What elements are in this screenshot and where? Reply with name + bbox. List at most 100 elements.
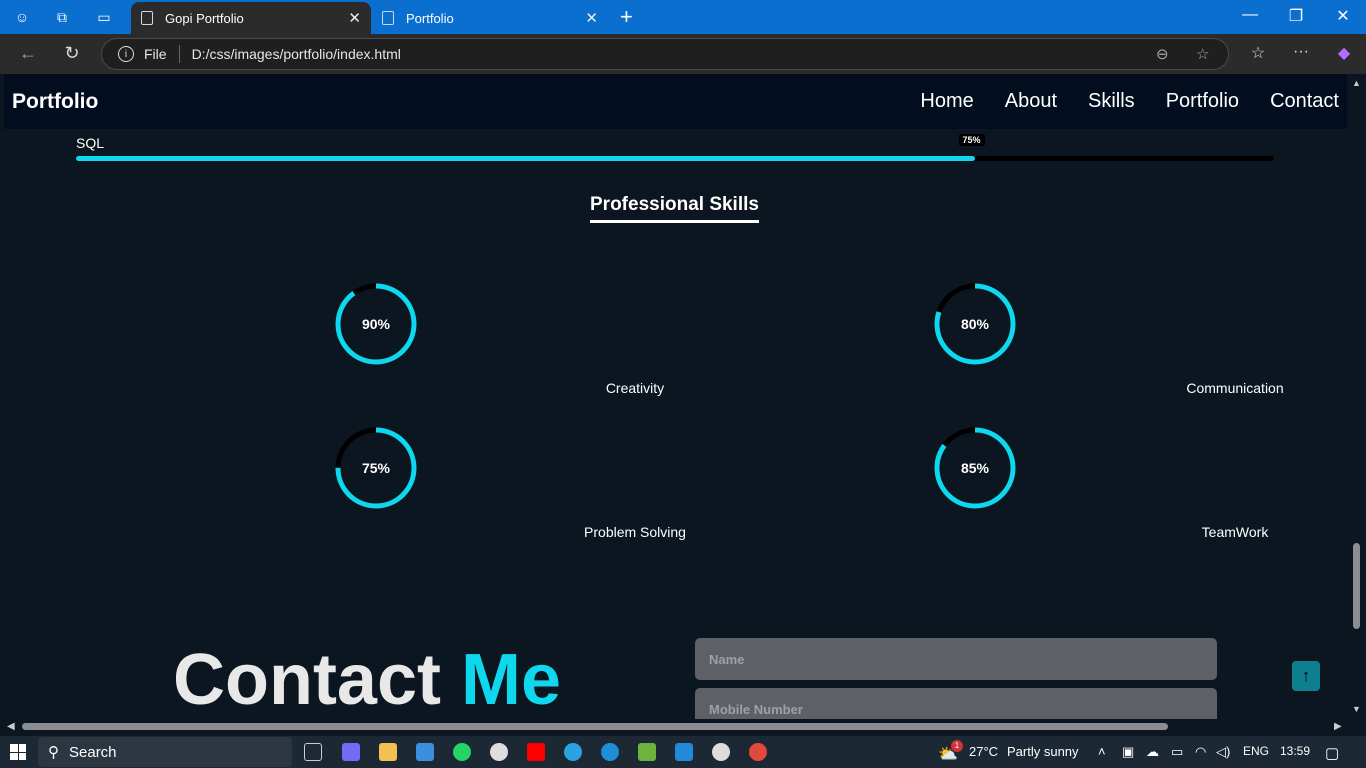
page-viewport: Portfolio Home About Skills Portfolio Co… bbox=[4, 74, 1347, 719]
vscode-icon[interactable] bbox=[675, 743, 693, 761]
notifications-icon[interactable]: ▢ bbox=[1325, 744, 1339, 762]
favorite-star-icon[interactable]: ☆ bbox=[1196, 45, 1209, 63]
contact-heading: Contact Me bbox=[173, 639, 561, 719]
skill-percent: 85% bbox=[960, 460, 990, 476]
close-tab-icon[interactable]: ✕ bbox=[585, 9, 598, 27]
arrow-up-icon: ↑ bbox=[1301, 666, 1311, 685]
more-menu-icon[interactable]: ··· bbox=[1289, 43, 1313, 61]
taskbar: ⚲ Search ⛅ 1 27°C Partly sunny ˄ ▣ ☁ ▭ ◠… bbox=[0, 736, 1366, 768]
vertical-scrollbar[interactable]: ▲ ▼ bbox=[1347, 74, 1366, 719]
refresh-icon[interactable]: ↻ bbox=[60, 43, 84, 64]
onedrive-icon[interactable]: ☁ bbox=[1146, 744, 1159, 760]
skill-percent: 75% bbox=[361, 460, 391, 476]
edge-icon[interactable] bbox=[601, 743, 619, 761]
site-header: Portfolio Home About Skills Portfolio Co… bbox=[4, 74, 1347, 129]
skill-name-creativity: Creativity bbox=[605, 380, 665, 396]
chevron-up-icon[interactable]: ˄ bbox=[1098, 744, 1106, 759]
scroll-down-arrow-icon[interactable]: ▼ bbox=[1352, 704, 1361, 714]
battery-icon[interactable]: ▭ bbox=[1171, 744, 1183, 760]
section-title: Professional Skills bbox=[590, 194, 759, 223]
skill-name-problem-solving: Problem Solving bbox=[584, 524, 686, 540]
tab-title: Gopi Portfolio bbox=[165, 10, 244, 26]
divider bbox=[178, 45, 180, 63]
file-explorer-icon[interactable] bbox=[379, 743, 397, 761]
back-icon[interactable]: ← bbox=[16, 43, 40, 64]
progress-bar-sql bbox=[76, 156, 1274, 161]
nav-home[interactable]: Home bbox=[920, 90, 973, 113]
contact-heading-part2: Me bbox=[461, 640, 562, 719]
copilot-app-icon[interactable] bbox=[342, 743, 360, 761]
clock-time[interactable]: 13:59 bbox=[1280, 744, 1310, 758]
tab-gopi-portfolio[interactable]: Gopi Portfolio ✕ bbox=[131, 2, 371, 34]
browser-tab-strip: ☺ ⧉ ▭ Gopi Portfolio ✕ Portfolio ✕ + — ❐… bbox=[0, 0, 1366, 34]
new-tab-icon[interactable]: + bbox=[620, 4, 633, 30]
progress-bar-fill bbox=[76, 156, 975, 161]
scroll-left-arrow-icon[interactable]: ◀ bbox=[7, 721, 15, 732]
skill-ring-communication: 80% bbox=[933, 282, 1017, 366]
skill-name-communication: Communication bbox=[1186, 380, 1284, 396]
tab-actions-icon[interactable]: ▭ bbox=[93, 6, 115, 28]
address-bar-row: ← ↻ i File D:/css/images/portfolio/index… bbox=[0, 34, 1366, 74]
scheme-label: File bbox=[144, 46, 167, 62]
language-indicator[interactable]: ENG bbox=[1243, 744, 1269, 758]
taskbar-search-label: Search bbox=[69, 743, 117, 761]
weather-badge: 1 bbox=[951, 740, 963, 752]
weather-condition[interactable]: Partly sunny bbox=[1007, 744, 1079, 759]
nav-skills[interactable]: Skills bbox=[1088, 90, 1135, 113]
scroll-up-arrow-icon[interactable]: ▲ bbox=[1352, 78, 1361, 88]
address-bar[interactable]: i File D:/css/images/portfolio/index.htm… bbox=[101, 38, 1229, 70]
telegram-icon[interactable] bbox=[564, 743, 582, 761]
windows-start-icon[interactable] bbox=[10, 744, 26, 760]
page-icon bbox=[141, 11, 153, 25]
site-brand[interactable]: Portfolio bbox=[12, 90, 98, 114]
nav-contact[interactable]: Contact bbox=[1270, 90, 1339, 113]
task-view-icon[interactable] bbox=[304, 743, 322, 761]
weather-temp[interactable]: 27°C bbox=[969, 744, 998, 759]
skill-name-teamwork: TeamWork bbox=[1201, 524, 1269, 540]
chatgpt-icon[interactable] bbox=[712, 743, 730, 761]
meet-icon[interactable]: ▣ bbox=[1122, 744, 1134, 760]
horizontal-scrollbar[interactable]: ◀ ▶ bbox=[4, 719, 1347, 735]
zoom-icon[interactable]: ⊖ bbox=[1156, 45, 1169, 63]
close-window-icon[interactable]: ✕ bbox=[1331, 6, 1355, 26]
taskbar-search[interactable]: ⚲ Search bbox=[38, 737, 292, 767]
minimize-icon[interactable]: — bbox=[1238, 6, 1262, 24]
site-nav: Home About Skills Portfolio Contact bbox=[889, 90, 1339, 113]
nodejs-icon[interactable] bbox=[638, 743, 656, 761]
skill-percent: 80% bbox=[960, 316, 990, 332]
contact-heading-part1: Contact bbox=[173, 640, 441, 719]
skill-ring-problem-solving: 75% bbox=[334, 426, 418, 510]
nav-about[interactable]: About bbox=[1005, 90, 1057, 113]
page-icon bbox=[382, 11, 394, 25]
scroll-thumb[interactable] bbox=[1353, 543, 1360, 629]
scroll-thumb[interactable] bbox=[22, 723, 1168, 730]
search-icon: ⚲ bbox=[48, 744, 59, 761]
tab-portfolio[interactable]: Portfolio ✕ bbox=[372, 2, 608, 34]
progress-percent-tooltip: 75% bbox=[958, 134, 985, 146]
profile-avatar-icon[interactable]: ☺ bbox=[11, 6, 33, 28]
scroll-to-top-button[interactable]: ↑ bbox=[1292, 661, 1320, 691]
mobile-number-input[interactable]: Mobile Number bbox=[695, 688, 1217, 719]
youtube-icon[interactable] bbox=[527, 743, 545, 761]
skill-label-sql: SQL bbox=[76, 135, 105, 151]
name-input[interactable]: Name bbox=[695, 638, 1217, 680]
workspaces-icon[interactable]: ⧉ bbox=[51, 6, 73, 28]
skill-ring-creativity: 90% bbox=[334, 282, 418, 366]
store-icon[interactable] bbox=[416, 743, 434, 761]
nav-portfolio[interactable]: Portfolio bbox=[1166, 90, 1239, 113]
skill-percent: 90% bbox=[361, 316, 391, 332]
skill-ring-teamwork: 85% bbox=[933, 426, 1017, 510]
restore-icon[interactable]: ❐ bbox=[1284, 6, 1308, 26]
chatgpt-icon[interactable] bbox=[490, 743, 508, 761]
tab-title: Portfolio bbox=[406, 10, 454, 26]
chrome-icon[interactable] bbox=[749, 743, 767, 761]
info-icon[interactable]: i bbox=[118, 46, 134, 62]
volume-icon[interactable]: ◁) bbox=[1216, 744, 1230, 760]
close-tab-icon[interactable]: ✕ bbox=[348, 9, 361, 27]
scroll-right-arrow-icon[interactable]: ▶ bbox=[1334, 721, 1342, 732]
wifi-icon[interactable]: ◠ bbox=[1195, 744, 1206, 760]
favorites-icon[interactable]: ☆ bbox=[1246, 43, 1270, 63]
copilot-icon[interactable]: ◆ bbox=[1332, 43, 1356, 63]
whatsapp-icon[interactable] bbox=[453, 743, 471, 761]
url-text[interactable]: D:/css/images/portfolio/index.html bbox=[192, 46, 401, 62]
